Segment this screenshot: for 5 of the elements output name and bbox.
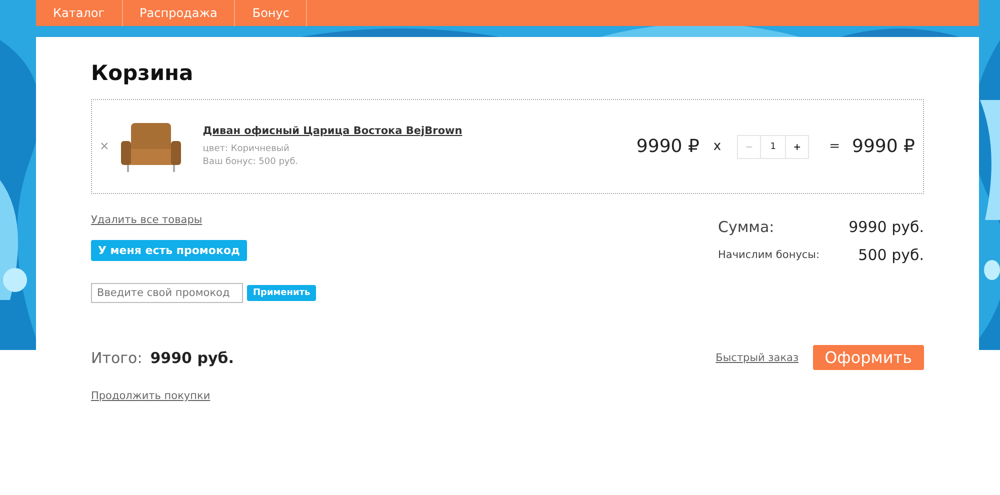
- checkout-button[interactable]: Оформить: [812, 345, 924, 370]
- continue-shopping-link[interactable]: Продолжить покупки: [91, 390, 210, 402]
- total-value: 9990 руб.: [150, 349, 234, 367]
- total-label: Итого:: [91, 349, 142, 367]
- quick-order-link[interactable]: Быстрый заказ: [716, 352, 799, 364]
